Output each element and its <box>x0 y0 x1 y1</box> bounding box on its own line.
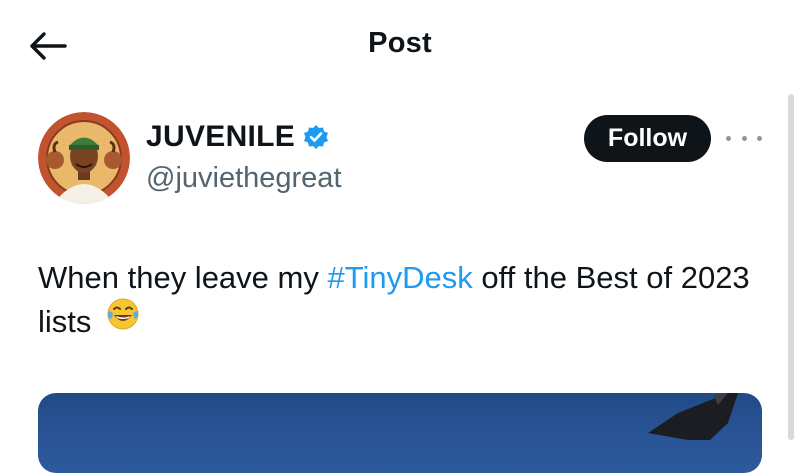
post-text: When they leave my #TinyDesk off the Bes… <box>38 256 768 347</box>
media-image <box>648 393 738 440</box>
avatar-image <box>38 112 130 204</box>
follow-button[interactable]: Follow <box>584 115 711 162</box>
display-name[interactable]: JUVENILE <box>146 120 295 154</box>
page-title: Post <box>368 27 432 59</box>
top-bar: Post <box>0 0 800 92</box>
more-horizontal-icon-dot <box>741 135 747 141</box>
face-with-tears-of-joy-icon <box>106 297 140 343</box>
more-horizontal-icon-dot <box>757 135 762 141</box>
post-text-before: When they leave my <box>38 260 328 295</box>
scrollbar[interactable] <box>788 94 794 440</box>
more-options-button[interactable] <box>726 126 762 150</box>
hashtag-link[interactable]: #TinyDesk <box>327 260 472 295</box>
post-media[interactable] <box>38 393 762 473</box>
author-handle[interactable]: @juviethegreat <box>146 162 342 195</box>
author-name-row[interactable]: JUVENILE <box>146 120 329 154</box>
avatar[interactable] <box>38 112 130 204</box>
verified-badge-icon <box>303 124 329 150</box>
more-horizontal-icon <box>726 135 731 141</box>
